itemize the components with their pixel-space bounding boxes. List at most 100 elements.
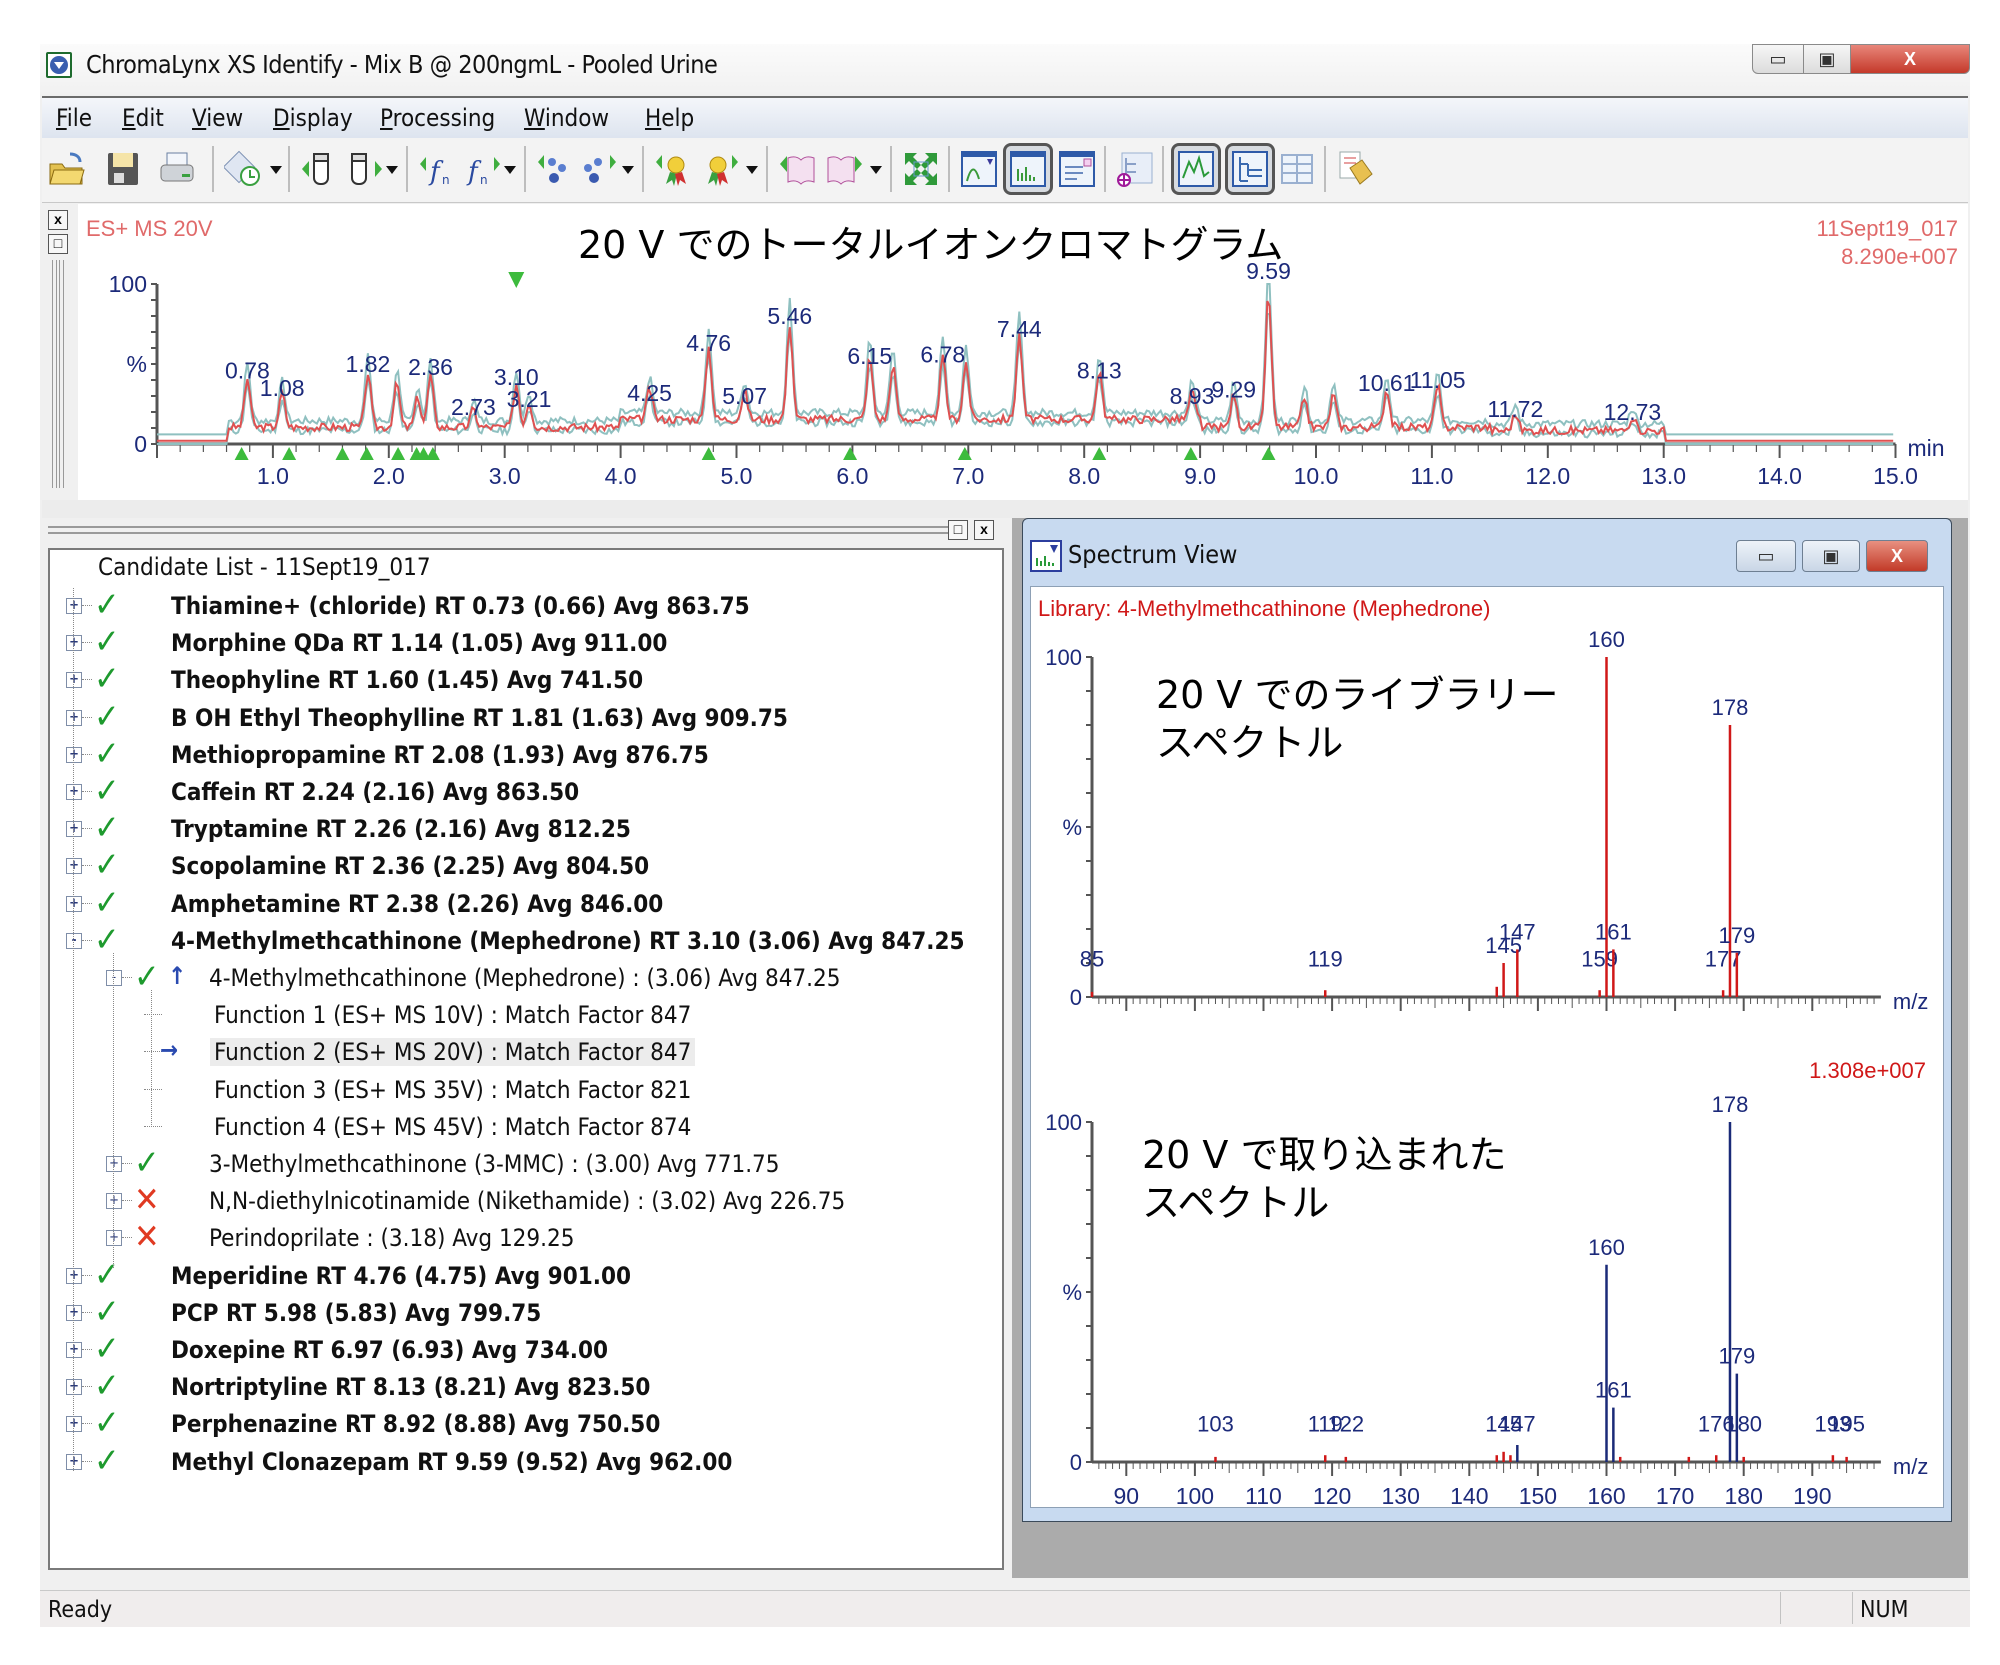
menu-window[interactable]: Window xyxy=(524,104,609,132)
candidate-row[interactable]: + ✓ Caffein RT 2.24 (2.16) Avg 863.50 xyxy=(58,774,988,811)
close-pane-button[interactable]: x xyxy=(48,210,68,230)
spectrum-x-unit: m/z xyxy=(1893,989,1928,1014)
tree-item-label: Tryptamine RT 2.26 (2.16) Avg 812.25 xyxy=(171,815,631,844)
menu-processing[interactable]: Processing xyxy=(380,104,495,132)
previous-function-icon[interactable]: fn xyxy=(418,150,456,188)
candidate-pane-close-button[interactable]: x xyxy=(974,520,994,540)
function-match-row[interactable]: Function 4 (ES+ MS 45V) : Match Factor 8… xyxy=(58,1109,988,1146)
tree-connector xyxy=(113,952,114,1268)
candidate-row[interactable]: + ✓ Doxepine RT 6.97 (6.93) Avg 734.00 xyxy=(58,1332,988,1369)
candidate-row[interactable]: + ✓ Theophyline RT 1.60 (1.45) Avg 741.50 xyxy=(58,662,988,699)
menu-display[interactable]: Display xyxy=(273,104,353,132)
function-match-row[interactable]: → Function 2 (ES+ MS 20V) : Match Factor … xyxy=(58,1034,988,1071)
function-dropdown-arrow[interactable] xyxy=(504,166,516,174)
spectrum-view-icon[interactable] xyxy=(1009,150,1047,188)
expand-toggle[interactable]: + xyxy=(66,784,82,800)
menu-view[interactable]: View xyxy=(192,104,243,132)
horizontal-splitter[interactable] xyxy=(42,500,1968,518)
expand-toggle[interactable]: + xyxy=(66,672,82,689)
previous-hit-icon[interactable] xyxy=(654,150,692,188)
previous-component-icon[interactable] xyxy=(536,150,574,188)
previous-library-icon[interactable] xyxy=(778,150,816,188)
method-dropdown-arrow[interactable] xyxy=(270,166,282,174)
expand-toggle[interactable]: + xyxy=(106,1193,122,1210)
candidate-pane-restore-button[interactable]: □ xyxy=(948,520,968,540)
expand-toggle[interactable]: + xyxy=(66,858,82,875)
candidate-row[interactable]: + ✓ Thiamine+ (chloride) RT 0.73 (0.66) Av… xyxy=(58,588,988,625)
candidate-hit-row[interactable]: + ✕ Perindoprilate : (3.18) Avg 129.25 xyxy=(58,1220,988,1257)
expand-toggle[interactable]: + xyxy=(66,598,82,614)
candidate-row[interactable]: + ✓ Methyl Clonazepam RT 9.59 (9.52) Avg 9… xyxy=(58,1444,988,1481)
expand-toggle[interactable]: + xyxy=(66,1416,82,1433)
spectrum-minimize-button[interactable]: ▭ xyxy=(1736,540,1796,572)
candidate-row[interactable]: + ✓ Scopolamine RT 2.36 (2.25) Avg 804.50 xyxy=(58,848,988,885)
expand-toggle[interactable]: + xyxy=(66,1453,82,1470)
method-schedule-icon[interactable] xyxy=(224,150,262,188)
candidate-row[interactable]: + ✓ Meperidine RT 4.76 (4.75) Avg 901.00 xyxy=(58,1258,988,1295)
menu-file[interactable]: File xyxy=(56,104,92,132)
candidate-hit-row[interactable]: + ✕ N,N-diethylnicotinamide (Nikethamide) … xyxy=(58,1183,988,1220)
function-match-row[interactable]: Function 3 (ES+ MS 35V) : Match Factor 8… xyxy=(58,1072,988,1109)
pane-splitter-handle[interactable] xyxy=(59,260,64,488)
expand-toggle[interactable]: + xyxy=(66,709,82,726)
pass-check-icon: ✓ xyxy=(94,808,120,849)
expand-toggle[interactable]: + xyxy=(66,1304,82,1321)
table-view-icon[interactable] xyxy=(1278,150,1316,188)
print-icon[interactable] xyxy=(158,150,196,188)
expand-toggle[interactable]: + xyxy=(66,635,82,652)
candidate-row[interactable]: + ✓ Nortriptyline RT 8.13 (8.21) Avg 823.5… xyxy=(58,1369,988,1406)
chromatogram-view-icon[interactable] xyxy=(960,150,998,188)
candidate-row[interactable]: + ✓ PCP RT 5.98 (5.83) Avg 799.75 xyxy=(58,1295,988,1332)
close-button[interactable]: X xyxy=(1850,44,1970,74)
maximize-button[interactable]: ▣ xyxy=(1803,44,1851,74)
tree-add-icon[interactable] xyxy=(1116,150,1154,188)
spectrum-maximize-button[interactable]: ▣ xyxy=(1802,540,1860,572)
expand-toggle[interactable]: + xyxy=(66,1267,82,1284)
expand-toggle[interactable]: + xyxy=(66,1342,82,1358)
candidate-row[interactable]: + ✓ Amphetamine RT 2.38 (2.26) Avg 846.00 xyxy=(58,886,988,923)
chromatogram-toggle-icon[interactable] xyxy=(1177,150,1215,188)
candidate-row[interactable]: + ✓ B OH Ethyl Theophylline RT 1.81 (1.63)… xyxy=(58,700,988,737)
minimize-button[interactable]: ▭ xyxy=(1752,44,1804,74)
sample-dropdown-arrow[interactable] xyxy=(386,166,398,174)
next-sample-icon[interactable] xyxy=(346,150,384,188)
library-dropdown-arrow[interactable] xyxy=(870,166,882,174)
expand-toggle[interactable]: + xyxy=(66,895,82,912)
next-library-icon[interactable] xyxy=(826,150,864,188)
previous-sample-icon[interactable] xyxy=(300,150,338,188)
save-icon[interactable] xyxy=(104,150,142,188)
expand-toggle[interactable]: + xyxy=(106,1156,122,1172)
next-component-icon[interactable] xyxy=(580,150,618,188)
fit-to-window-icon[interactable] xyxy=(902,150,940,188)
export-icon[interactable] xyxy=(1336,150,1374,188)
candidate-hit-row[interactable]: - ✓ ↑ 4-Methylmethcathinone (Mephedrone) : … xyxy=(58,960,988,997)
candidate-row[interactable]: + ✓ Tryptamine RT 2.26 (2.16) Avg 812.25 xyxy=(58,811,988,848)
expand-toggle[interactable]: + xyxy=(66,821,82,838)
collapse-toggle[interactable]: - xyxy=(66,932,82,949)
open-icon[interactable] xyxy=(48,150,86,188)
expand-toggle[interactable]: + xyxy=(66,1379,82,1396)
candidate-row[interactable]: + ✓ Perphenazine RT 8.92 (8.88) Avg 750.50 xyxy=(58,1406,988,1443)
candidate-row[interactable]: + ✓ Morphine QDa RT 1.14 (1.05) Avg 911.00 xyxy=(58,625,988,662)
report-view-icon[interactable] xyxy=(1058,150,1096,188)
next-hit-icon[interactable] xyxy=(702,150,740,188)
menu-help[interactable]: Help xyxy=(645,104,694,132)
spectrum-close-button[interactable]: X xyxy=(1866,540,1928,572)
pane-splitter-handle[interactable] xyxy=(52,260,57,488)
tree-view-icon[interactable] xyxy=(1231,150,1269,188)
expand-toggle[interactable]: + xyxy=(66,746,82,763)
hit-dropdown-arrow[interactable] xyxy=(746,166,758,174)
expand-toggle[interactable]: + xyxy=(106,1230,122,1247)
menu-edit[interactable]: Edit xyxy=(122,104,164,132)
pane-grip[interactable] xyxy=(48,532,948,534)
restore-pane-button[interactable]: □ xyxy=(48,234,68,254)
component-dropdown-arrow[interactable] xyxy=(622,166,634,174)
collapse-toggle[interactable]: - xyxy=(106,970,122,986)
function-match-row[interactable]: Function 1 (ES+ MS 10V) : Match Factor 8… xyxy=(58,997,988,1034)
candidate-hit-row[interactable]: + ✓ 3-Methylmethcathinone (3-MMC) : (3.00)… xyxy=(58,1146,988,1183)
candidate-row[interactable]: - ✓ 4-Methylmethcathinone (Mephedrone) RT … xyxy=(58,923,988,960)
pane-grip[interactable] xyxy=(48,526,948,528)
candidate-row[interactable]: + ✓ Methiopropamine RT 2.08 (1.93) Avg 876… xyxy=(58,737,988,774)
next-function-icon[interactable]: fn xyxy=(464,150,502,188)
toolbar-separator xyxy=(1324,146,1326,192)
